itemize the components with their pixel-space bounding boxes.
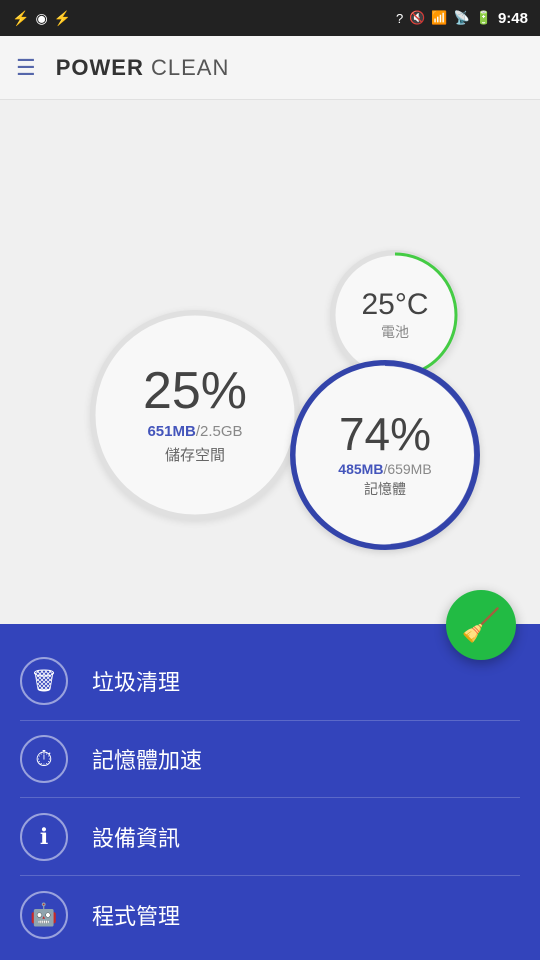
status-left-icons: ⚡ ◉ ⚡ <box>12 10 71 27</box>
apps-icon-wrap: 🤖 <box>20 891 68 939</box>
menu-label-memory: 記憶體加速 <box>92 743 202 775</box>
storage-arc-svg <box>90 310 300 520</box>
android-icon: ◉ <box>35 10 47 27</box>
wifi-icon: 📶 <box>431 10 447 26</box>
android-apps-icon: 🤖 <box>30 902 57 928</box>
menu-label-info: 設備資訊 <box>92 821 180 853</box>
menu-item-trash[interactable]: 🗑 垃圾清理 <box>20 649 520 713</box>
menu-label-apps: 程式管理 <box>92 899 180 931</box>
hamburger-menu-button[interactable]: ☰ <box>16 55 36 81</box>
divider-1 <box>20 720 520 721</box>
divider-2 <box>20 797 520 798</box>
time-display: 9:48 <box>498 10 528 27</box>
title-power: POWER <box>56 55 144 80</box>
usb-icon-1: ⚡ <box>12 10 29 27</box>
mute-icon: 🔇 <box>409 10 425 26</box>
bottom-panel: 🧹 🗑 垃圾清理 ⏱ 記憶體加速 ℹ 設備資訊 🤖 <box>0 624 540 960</box>
status-right-icons: ? 🔇 📶 📡 🔋 9:48 <box>396 10 528 27</box>
broom-icon: 🧹 <box>461 606 501 644</box>
title-clean: CLEAN <box>144 55 229 80</box>
storage-arc-wrap <box>90 310 300 520</box>
trash-icon: 🗑 <box>30 668 58 694</box>
menu-item-info[interactable]: ℹ 設備資訊 <box>20 805 520 869</box>
signal-icon: 📡 <box>454 10 470 26</box>
usb-icon-2: ⚡ <box>54 10 71 27</box>
info-icon-wrap: ℹ <box>20 813 68 861</box>
divider-3 <box>20 875 520 876</box>
timer-icon: ⏱ <box>35 746 52 772</box>
menu-item-memory[interactable]: ⏱ 記憶體加速 <box>20 727 520 791</box>
menu-label-trash: 垃圾清理 <box>92 665 180 697</box>
top-bar: ☰ POWER CLEAN <box>0 36 540 100</box>
memory-arc-wrap <box>290 360 480 550</box>
battery-icon: 🔋 <box>476 10 492 26</box>
trash-icon-wrap: 🗑 <box>20 657 68 705</box>
app-title: POWER CLEAN <box>56 55 230 81</box>
memory-icon-wrap: ⏱ <box>20 735 68 783</box>
menu-item-apps[interactable]: 🤖 程式管理 <box>20 883 520 947</box>
question-icon: ? <box>396 11 403 26</box>
circles-container: 25% 651MB/2.5GB 儲存空間 25°C 電池 <box>60 250 480 610</box>
clean-fab-button[interactable]: 🧹 <box>446 590 516 660</box>
menu-list: 🗑 垃圾清理 ⏱ 記憶體加速 ℹ 設備資訊 🤖 程式管理 <box>0 636 540 960</box>
memory-arc-svg <box>290 360 480 550</box>
status-bar: ⚡ ◉ ⚡ ? 🔇 📶 📡 🔋 9:48 <box>0 0 540 36</box>
info-icon: ℹ <box>40 824 48 850</box>
